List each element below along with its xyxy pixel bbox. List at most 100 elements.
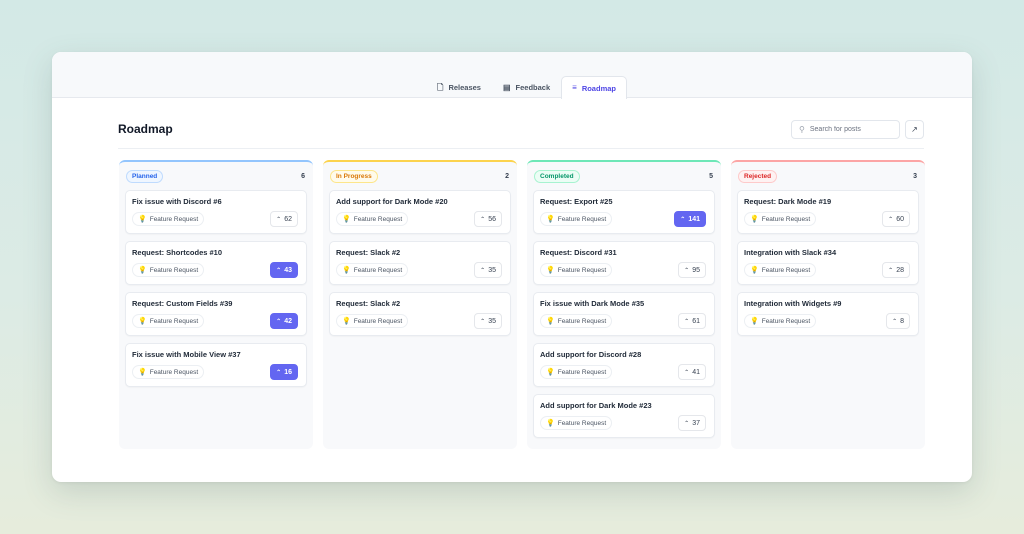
upvote-button[interactable]: ⌃ 16 (270, 364, 298, 380)
category-tag: 💡 Feature Request (540, 212, 613, 226)
vote-count: 8 (900, 317, 904, 325)
lightbulb-icon: 💡 (342, 267, 351, 274)
category-tag: 💡 Feature Request (132, 212, 205, 226)
lightbulb-icon: 💡 (546, 420, 555, 427)
tab-releases[interactable]: 🗋 Releases (426, 76, 492, 98)
lightbulb-icon: 💡 (342, 318, 351, 325)
top-bar: 🗋 Releases ▤ Feedback ≡ Roadmap (52, 52, 972, 99)
lightbulb-icon: 💡 (546, 216, 555, 223)
roadmap-column: Planned 6 Fix issue with Discord #6 💡 Fe… (119, 160, 313, 449)
vote-count: 61 (692, 317, 700, 325)
chevron-up-icon: ⌃ (480, 318, 486, 325)
card-title: Request: Export #25 (540, 197, 613, 206)
card-title: Request: Discord #31 (540, 248, 617, 257)
card-title: Request: Dark Mode #19 (744, 197, 832, 206)
category-tag: 💡 Feature Request (744, 263, 817, 277)
tag-label: Feature Request (557, 368, 607, 376)
category-tag: 💡 Feature Request (744, 212, 817, 226)
chevron-up-icon: ⌃ (276, 318, 282, 325)
tab-feedback[interactable]: ▤ Feedback (492, 76, 561, 98)
category-tag: 💡 Feature Request (540, 365, 613, 379)
category-tag: 💡 Feature Request (336, 212, 409, 226)
roadmap-card[interactable]: Fix issue with Mobile View #37 💡 Feature… (125, 343, 307, 387)
upvote-button[interactable]: ⌃ 60 (882, 211, 910, 227)
card-title: Add support for Discord #28 (540, 350, 642, 359)
upvote-button[interactable]: ⌃ 95 (678, 262, 706, 278)
upvote-button[interactable]: ⌃ 43 (270, 262, 298, 278)
lightbulb-icon: 💡 (546, 267, 555, 274)
page-title: Roadmap (118, 122, 173, 136)
category-tag: 💡 Feature Request (540, 263, 613, 277)
tag-label: Feature Request (557, 215, 607, 223)
upvote-button[interactable]: ⌃ 42 (270, 313, 298, 329)
category-tag: 💡 Feature Request (336, 314, 409, 328)
card-title: Request: Slack #2 (336, 248, 401, 257)
column-count: 3 (913, 172, 917, 180)
upvote-button[interactable]: ⌃ 62 (270, 211, 298, 227)
chat-icon: ▤ (502, 82, 511, 92)
roadmap-card[interactable]: Request: Shortcodes #10 💡 Feature Reques… (125, 241, 307, 285)
card-title: Integration with Slack #34 (744, 248, 837, 257)
column-header: Rejected 3 (731, 162, 925, 190)
upvote-button[interactable]: ⌃ 141 (674, 211, 706, 227)
roadmap-card[interactable]: Integration with Slack #34 💡 Feature Req… (737, 241, 919, 285)
upvote-button[interactable]: ⌃ 35 (474, 313, 502, 329)
roadmap-card[interactable]: Request: Export #25 💡 Feature Request ⌃ … (533, 190, 715, 234)
column-count: 2 (505, 172, 509, 180)
vote-count: 43 (284, 266, 292, 274)
roadmap-card[interactable]: Add support for Discord #28 💡 Feature Re… (533, 343, 715, 387)
vote-count: 62 (284, 215, 292, 223)
tab-label: Releases (448, 83, 481, 92)
chevron-up-icon: ⌃ (684, 267, 690, 274)
upvote-button[interactable]: ⌃ 41 (678, 364, 706, 380)
roadmap-card[interactable]: Request: Custom Fields #39 💡 Feature Req… (125, 292, 307, 336)
lightbulb-icon: 💡 (138, 369, 147, 376)
roadmap-card[interactable]: Request: Discord #31 💡 Feature Request ⌃… (533, 241, 715, 285)
roadmap-card[interactable]: Fix issue with Dark Mode #35 💡 Feature R… (533, 292, 715, 336)
list-icon: ≡ (572, 83, 577, 92)
roadmap-card[interactable]: Request: Slack #2 💡 Feature Request ⌃ 35 (329, 292, 511, 336)
divider (118, 148, 924, 149)
search-box[interactable]: ⚲ (791, 120, 900, 139)
upvote-button[interactable]: ⌃ 37 (678, 415, 706, 431)
category-tag: 💡 Feature Request (336, 263, 409, 277)
card-title: Fix issue with Mobile View #37 (132, 350, 241, 359)
status-badge: Rejected (738, 169, 778, 183)
upvote-button[interactable]: ⌃ 35 (474, 262, 502, 278)
card-title: Request: Custom Fields #39 (132, 299, 233, 308)
roadmap-card[interactable]: Add support for Dark Mode #23 💡 Feature … (533, 394, 715, 438)
upvote-button[interactable]: ⌃ 56 (474, 211, 502, 227)
upvote-button[interactable]: ⌃ 61 (678, 313, 706, 329)
vote-count: 141 (688, 215, 700, 223)
vote-count: 95 (692, 266, 700, 274)
trending-button[interactable]: ↗ (905, 120, 924, 139)
roadmap-column: Rejected 3 Request: Dark Mode #19 💡 Feat… (731, 160, 925, 449)
vote-count: 41 (692, 368, 700, 376)
category-tag: 💡 Feature Request (540, 314, 613, 328)
chevron-up-icon: ⌃ (276, 267, 282, 274)
card-title: Fix issue with Discord #6 (132, 197, 222, 206)
roadmap-card[interactable]: Add support for Dark Mode #20 💡 Feature … (329, 190, 511, 234)
roadmap-card[interactable]: Integration with Widgets #9 💡 Feature Re… (737, 292, 919, 336)
search-input[interactable] (809, 126, 890, 133)
vote-count: 56 (488, 215, 496, 223)
chevron-up-icon: ⌃ (480, 267, 486, 274)
tag-label: Feature Request (557, 317, 607, 325)
tab-roadmap[interactable]: ≡ Roadmap (561, 76, 627, 99)
card-title: Request: Slack #2 (336, 299, 401, 308)
tab-label: Feedback (515, 83, 551, 92)
category-tag: 💡 Feature Request (540, 416, 613, 430)
category-tag: 💡 Feature Request (132, 314, 205, 328)
upvote-button[interactable]: ⌃ 8 (886, 313, 910, 329)
trending-icon: ↗ (911, 125, 918, 134)
roadmap-card[interactable]: Fix issue with Discord #6 💡 Feature Requ… (125, 190, 307, 234)
column-header: Planned 6 (119, 162, 313, 190)
category-tag: 💡 Feature Request (132, 263, 205, 277)
chevron-up-icon: ⌃ (888, 216, 894, 223)
column-count: 5 (709, 172, 713, 180)
tab-label: Roadmap (581, 83, 616, 93)
roadmap-card[interactable]: Request: Dark Mode #19 💡 Feature Request… (737, 190, 919, 234)
tag-label: Feature Request (761, 266, 811, 274)
upvote-button[interactable]: ⌃ 28 (882, 262, 910, 278)
roadmap-card[interactable]: Request: Slack #2 💡 Feature Request ⌃ 35 (329, 241, 511, 285)
